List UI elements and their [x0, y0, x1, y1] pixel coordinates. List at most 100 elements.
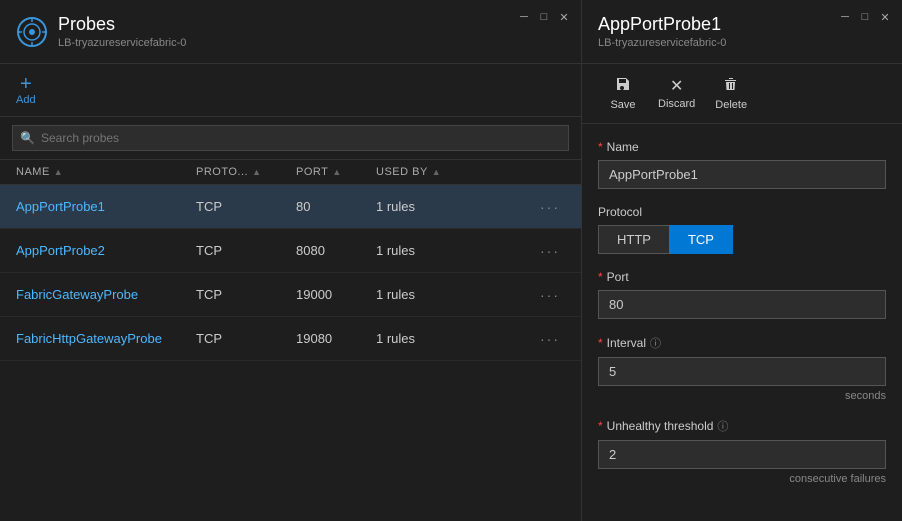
left-panel-header: Probes LB-tryazureservicefabric-0 ─ □ ✕ — [0, 0, 581, 64]
search-icon: 🔍 — [20, 131, 35, 145]
right-panel: AppPortProbe1 LB-tryazureservicefabric-0… — [582, 0, 902, 521]
maximize-button[interactable]: □ — [537, 10, 551, 24]
discard-label: Discard — [658, 98, 695, 110]
sort-used-icon: ▲ — [432, 167, 441, 177]
add-button[interactable]: + Add — [16, 74, 36, 106]
row-port: 8080 — [296, 243, 376, 258]
row-protocol: TCP — [196, 331, 296, 346]
discard-icon: ✕ — [670, 76, 683, 96]
interval-required: * — [598, 336, 603, 350]
left-toolbar: + Add — [0, 64, 581, 117]
interval-label: * Interval ⓘ — [598, 335, 886, 351]
probe-icon — [16, 16, 48, 48]
delete-label: Delete — [715, 99, 747, 111]
row-name: AppPortProbe1 — [16, 199, 196, 214]
sort-port-icon: ▲ — [332, 167, 341, 177]
name-required: * — [598, 140, 603, 154]
interval-unit: seconds — [598, 390, 886, 402]
save-label: Save — [610, 99, 635, 111]
table-body: AppPortProbe1 TCP 80 1 rules ··· AppPort… — [0, 185, 581, 361]
sort-proto-icon: ▲ — [252, 167, 261, 177]
row-used-by: 1 rules — [376, 243, 535, 258]
row-used-by: 1 rules — [376, 331, 535, 346]
col-protocol-label: PROTO... — [196, 166, 248, 178]
name-input[interactable] — [598, 160, 886, 189]
interval-label-text: Interval — [607, 336, 646, 350]
row-more-button[interactable]: ··· — [535, 285, 565, 305]
discard-button[interactable]: ✕ Discard — [648, 72, 705, 115]
table-row[interactable]: FabricHttpGatewayProbe TCP 19080 1 rules… — [0, 317, 581, 361]
row-more-button[interactable]: ··· — [535, 197, 565, 217]
row-name: FabricHttpGatewayProbe — [16, 331, 196, 346]
table-row[interactable]: AppPortProbe2 TCP 8080 1 rules ··· — [0, 229, 581, 273]
col-name[interactable]: NAME ▲ — [16, 166, 196, 178]
port-group: * Port — [598, 270, 886, 319]
port-required: * — [598, 270, 603, 284]
left-panel-subtitle: LB-tryazureservicefabric-0 — [58, 37, 186, 49]
protocol-label: Protocol — [598, 205, 886, 219]
close-button[interactable]: ✕ — [557, 10, 571, 24]
http-button[interactable]: HTTP — [598, 225, 669, 254]
right-maximize-button[interactable]: □ — [858, 10, 872, 24]
left-title-group: Probes LB-tryazureservicefabric-0 — [58, 14, 186, 49]
name-group: * Name — [598, 140, 886, 189]
table-container: NAME ▲ PROTO... ▲ PORT ▲ USED BY ▲ AppPo… — [0, 160, 581, 521]
minimize-button[interactable]: ─ — [517, 10, 531, 24]
unhealthy-label: * Unhealthy threshold ⓘ — [598, 418, 886, 434]
sort-name-icon: ▲ — [54, 167, 63, 177]
row-used-by: 1 rules — [376, 199, 535, 214]
search-wrapper: 🔍 — [12, 125, 569, 151]
right-minimize-button[interactable]: ─ — [838, 10, 852, 24]
save-icon — [615, 76, 631, 97]
row-port: 19000 — [296, 287, 376, 302]
table-row[interactable]: FabricGatewayProbe TCP 19000 1 rules ··· — [0, 273, 581, 317]
unhealthy-label-text: Unhealthy threshold — [607, 419, 714, 433]
save-button[interactable]: Save — [598, 72, 648, 115]
right-toolbar: Save ✕ Discard Delete — [582, 64, 902, 124]
col-name-label: NAME — [16, 166, 50, 178]
col-used-by-label: USED BY — [376, 166, 428, 178]
protocol-toggle: HTTP TCP — [598, 225, 886, 254]
row-name: AppPortProbe2 — [16, 243, 196, 258]
unhealthy-info-icon: ⓘ — [717, 418, 728, 434]
unhealthy-required: * — [598, 419, 603, 433]
col-port-label: PORT — [296, 166, 328, 178]
unhealthy-group: * Unhealthy threshold ⓘ consecutive fail… — [598, 418, 886, 485]
port-label-text: Port — [607, 270, 629, 284]
interval-info-icon: ⓘ — [650, 335, 661, 351]
row-more-button[interactable]: ··· — [535, 329, 565, 349]
row-protocol: TCP — [196, 287, 296, 302]
right-window-controls: ─ □ ✕ — [838, 10, 892, 24]
interval-input[interactable] — [598, 357, 886, 386]
add-label: Add — [16, 94, 36, 106]
delete-icon — [723, 76, 739, 97]
protocol-label-text: Protocol — [598, 205, 642, 219]
delete-button[interactable]: Delete — [705, 72, 757, 115]
col-port[interactable]: PORT ▲ — [296, 166, 376, 178]
tcp-button[interactable]: TCP — [669, 225, 733, 254]
add-icon: + — [20, 74, 32, 94]
col-actions — [535, 166, 565, 178]
unhealthy-unit: consecutive failures — [598, 473, 886, 485]
row-port: 19080 — [296, 331, 376, 346]
row-protocol: TCP — [196, 243, 296, 258]
search-bar: 🔍 — [0, 117, 581, 160]
left-panel-title: Probes — [58, 14, 186, 35]
row-more-button[interactable]: ··· — [535, 241, 565, 261]
search-input[interactable] — [12, 125, 569, 151]
protocol-group: Protocol HTTP TCP — [598, 205, 886, 254]
col-used-by[interactable]: USED BY ▲ — [376, 166, 535, 178]
left-panel: Probes LB-tryazureservicefabric-0 ─ □ ✕ … — [0, 0, 582, 521]
right-panel-subtitle: LB-tryazureservicefabric-0 — [598, 37, 886, 49]
left-window-controls: ─ □ ✕ — [517, 10, 571, 24]
row-name: FabricGatewayProbe — [16, 287, 196, 302]
name-label-text: Name — [607, 140, 639, 154]
unhealthy-input[interactable] — [598, 440, 886, 469]
interval-group: * Interval ⓘ seconds — [598, 335, 886, 402]
port-label: * Port — [598, 270, 886, 284]
table-row[interactable]: AppPortProbe1 TCP 80 1 rules ··· — [0, 185, 581, 229]
port-input[interactable] — [598, 290, 886, 319]
table-header: NAME ▲ PROTO... ▲ PORT ▲ USED BY ▲ — [0, 160, 581, 185]
col-protocol[interactable]: PROTO... ▲ — [196, 166, 296, 178]
right-close-button[interactable]: ✕ — [878, 10, 892, 24]
